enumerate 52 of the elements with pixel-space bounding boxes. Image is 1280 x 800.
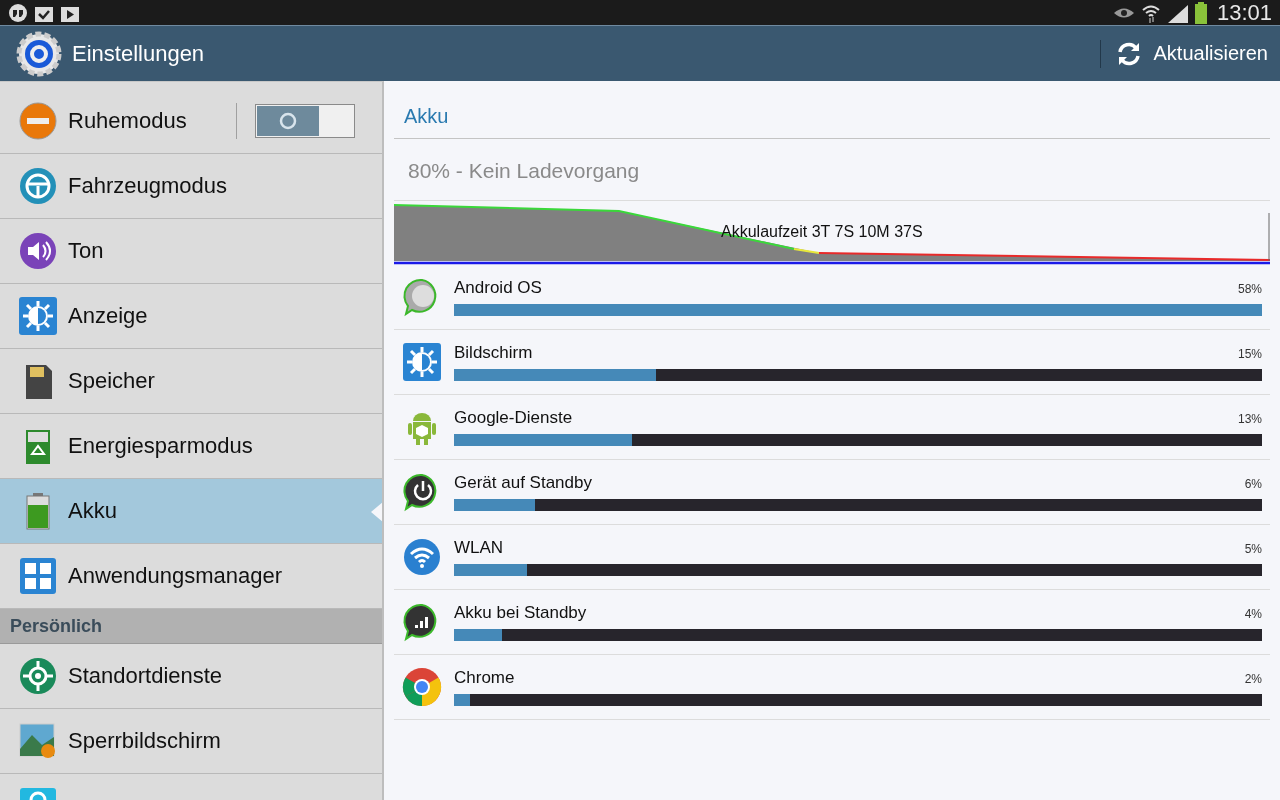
usage-row[interactable]: Google-Dienste 13% bbox=[394, 395, 1270, 460]
panel-title: Akku bbox=[394, 81, 1270, 139]
settings-item[interactable]: Anzeige bbox=[0, 284, 382, 349]
toggle-switch[interactable] bbox=[255, 104, 355, 138]
usage-percent: 2% bbox=[1244, 672, 1262, 686]
battery-icon bbox=[1194, 1, 1207, 24]
brightness-icon bbox=[18, 296, 58, 336]
settings-item[interactable]: Ruhemodus bbox=[0, 89, 382, 154]
app-title: Einstellungen bbox=[72, 40, 206, 67]
app-grid-icon bbox=[18, 556, 58, 596]
location-target-icon bbox=[18, 656, 58, 696]
signal-icon bbox=[1166, 2, 1189, 23]
settings-item[interactable]: Ton bbox=[0, 219, 382, 284]
landscape-lock-icon bbox=[18, 721, 58, 761]
clock: 13:01 bbox=[1216, 0, 1272, 26]
chrome-icon bbox=[402, 667, 442, 707]
battery-time: Akkulaufzeit 3T 7S 10M 37S bbox=[721, 223, 923, 241]
selection-pointer bbox=[371, 501, 382, 523]
app-name: Google-Dienste bbox=[454, 408, 573, 428]
brightness-icon bbox=[402, 342, 442, 382]
settings-item[interactable]: Speicher bbox=[0, 349, 382, 414]
usage-percent: 15% bbox=[1237, 347, 1262, 361]
usage-row[interactable]: Akku bei Standby 4% bbox=[394, 590, 1270, 655]
usage-row[interactable]: WLAN 5% bbox=[394, 525, 1270, 590]
settings-item[interactable]: Standortdienste bbox=[0, 644, 382, 709]
steering-wheel-icon bbox=[18, 166, 58, 206]
settings-item[interactable]: Akku bbox=[0, 479, 382, 544]
usage-percent: 5% bbox=[1244, 542, 1262, 556]
refresh-button[interactable]: Aktualisieren bbox=[1100, 39, 1268, 68]
minus-icon bbox=[18, 101, 58, 141]
ring-icon bbox=[278, 111, 298, 131]
usage-row[interactable]: Gerät auf Standby 6% bbox=[394, 460, 1270, 525]
speaker-icon bbox=[18, 231, 58, 271]
app-name: Bildschirm bbox=[454, 343, 533, 363]
app-name: WLAN bbox=[454, 538, 504, 558]
section-header: Persönlich bbox=[0, 609, 382, 644]
settings-icon[interactable] bbox=[16, 30, 62, 77]
app-name: Android OS bbox=[454, 278, 542, 298]
battery-status: 80% - Kein Ladevorgang bbox=[394, 139, 1270, 201]
usage-row[interactable]: Bildschirm 15% bbox=[394, 330, 1270, 395]
settings-item[interactable]: Sperrbildschirm bbox=[0, 709, 382, 774]
usage-percent: 58% bbox=[1237, 282, 1262, 296]
app-name: Chrome bbox=[454, 668, 515, 688]
wifi-icon bbox=[402, 537, 442, 577]
settings-item[interactable]: Fahrzeugmodus bbox=[0, 154, 382, 219]
usage-row[interactable]: Android OS 58% bbox=[394, 265, 1270, 330]
usage-row[interactable]: Chrome 2% bbox=[394, 655, 1270, 720]
app-name: Akku bei Standby bbox=[454, 603, 587, 623]
usage-percent: 13% bbox=[1237, 412, 1262, 426]
usage-percent: 4% bbox=[1244, 607, 1262, 621]
app-name: Gerät auf Standby bbox=[454, 473, 592, 493]
usage-percent: 6% bbox=[1244, 477, 1262, 491]
